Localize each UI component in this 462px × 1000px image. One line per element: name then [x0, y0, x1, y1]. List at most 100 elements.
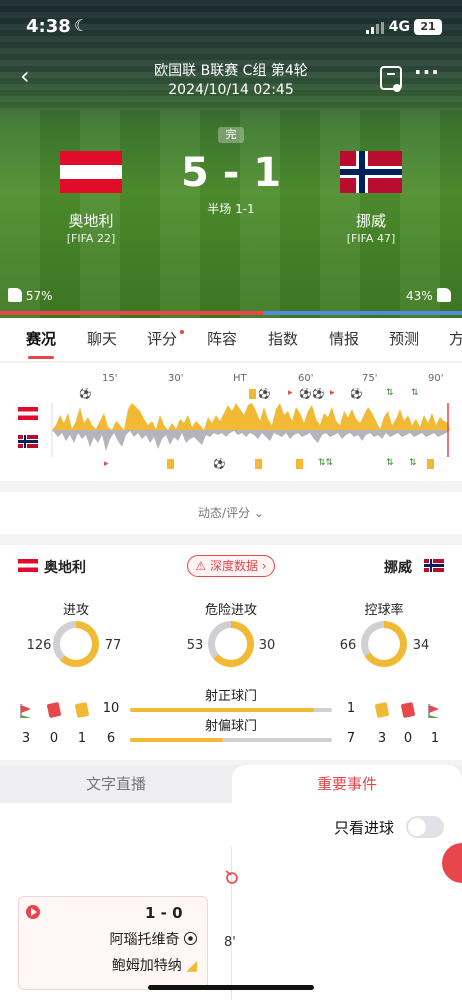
yellow-card-marker-icon[interactable] — [255, 459, 262, 469]
away-corners-count: 1 — [430, 731, 440, 746]
shots-on-target-bar — [130, 708, 332, 712]
shots-off-target-label: 射偏球门 — [204, 719, 257, 734]
stat-away-attack: 77 — [104, 638, 122, 653]
tab-bar: 赛况 聊天 评分 阵容 指数 情报 预测 方 — [0, 318, 462, 362]
corner-marker-icon[interactable]: ▸ — [330, 388, 335, 398]
yellow-card-icon — [374, 701, 390, 719]
deep-data-button[interactable]: ⚠ 深度数据 › — [187, 555, 275, 577]
home-support[interactable]: 57% — [8, 288, 53, 303]
tab-intel[interactable]: 情报 — [329, 328, 359, 349]
stat-label-possession: 控球率 — [364, 603, 404, 618]
more-icon[interactable]: ··· — [414, 60, 440, 84]
dangerous-attack-donut — [208, 621, 254, 667]
event-minute: 8' — [224, 935, 236, 950]
goal-event-card[interactable]: 1 - 0 阿瑙托维奇 鲍姆加特纳 ◢ — [18, 896, 208, 990]
signal-icon — [366, 22, 384, 34]
red-card-icon — [46, 701, 62, 719]
thumbs-up-icon — [8, 288, 22, 302]
home-mini-flag — [18, 559, 38, 572]
tab-match[interactable]: 赛况 — [26, 328, 56, 349]
goal-marker-icon[interactable]: ⚽ — [312, 389, 324, 400]
match-header: 4:38 ☾ 4G 21 ‹ 欧国联 B联赛 C组 第4轮 2024/10/14… — [0, 0, 462, 318]
home-team-name[interactable]: 奥地利 — [31, 210, 151, 231]
away-support[interactable]: 43% — [406, 288, 451, 303]
goals-only-toggle[interactable] — [406, 816, 444, 838]
home-team-label: 奥地利 — [44, 560, 86, 576]
goal-icon — [184, 932, 197, 945]
stat-away-possession: 34 — [412, 638, 430, 653]
away-yellow-cards-count: 3 — [377, 731, 387, 746]
home-yellow-cards-count: 1 — [77, 731, 87, 746]
support-bar-home-fill — [0, 311, 264, 315]
key-events-panel: 只看进球 1 - 0 阿瑙托维奇 鲍姆加特纳 ◢ 8' — [0, 803, 462, 1000]
goal-marker-icon[interactable]: ⚽ — [350, 389, 362, 400]
floating-action-button[interactable] — [442, 843, 462, 883]
stat-home-dangerous-attack: 53 — [186, 638, 204, 653]
tab-rating[interactable]: 评分 — [147, 328, 177, 349]
away-team-name[interactable]: 挪威 — [311, 210, 431, 231]
match-timeline[interactable]: 15' 30' HT 60' 75' 90' ⚽ ⚽ ▸ ⚽ ⚽ ▸ ⚽ ⇅ ⇅… — [0, 363, 462, 481]
substitution-marker-icon[interactable]: ⇅ — [411, 388, 419, 398]
event-tabs: 文字直播 重要事件 — [0, 765, 462, 803]
tab-more[interactable]: 方 — [449, 328, 462, 349]
goal-marker-icon[interactable]: ⚽ — [79, 389, 91, 400]
substitution-marker-icon[interactable]: ⇅ — [386, 458, 394, 468]
substitution-marker-icon[interactable]: ⇅⇅ — [318, 458, 333, 468]
corner-marker-icon[interactable]: ▸ — [104, 459, 109, 469]
corner-flag-icon — [428, 704, 439, 718]
stat-label-dangerous-attack: 危险进攻 — [204, 603, 257, 618]
network-label: 4G — [388, 19, 410, 35]
substitution-marker-icon[interactable]: ⇅ — [409, 458, 417, 468]
corner-flag-icon — [20, 704, 31, 718]
share-dot — [393, 84, 401, 92]
tab-odds[interactable]: 指数 — [268, 328, 298, 349]
tab-chat[interactable]: 聊天 — [87, 328, 117, 349]
home-indicator[interactable] — [148, 985, 314, 990]
whistle-icon — [225, 870, 238, 884]
battery-icon: 21 — [414, 19, 442, 35]
event-assist-row: 鲍姆加特纳 ◢ — [112, 955, 197, 975]
shots-off-target-bar-home-fill — [130, 738, 223, 742]
status-time: 4:38 — [26, 16, 71, 37]
stat-label-attack: 进攻 — [62, 603, 89, 618]
attack-donut — [53, 621, 99, 667]
away-support-value: 43% — [406, 289, 433, 303]
tab-text-live[interactable]: 文字直播 — [0, 765, 232, 803]
shots-off-target-bar — [130, 738, 332, 742]
substitution-marker-icon[interactable]: ⇅ — [386, 388, 394, 398]
dynamic-rating-toggle[interactable]: 动态/评分 ⌄ — [0, 492, 462, 534]
tab-key-events[interactable]: 重要事件 — [232, 765, 462, 803]
play-video-icon[interactable] — [26, 905, 40, 919]
goal-marker-icon[interactable]: ⚽ — [258, 389, 270, 400]
support-bar — [0, 311, 462, 315]
stat-home-possession: 66 — [339, 638, 357, 653]
stat-away-dangerous-attack: 30 — [258, 638, 276, 653]
yellow-card-marker-icon[interactable] — [296, 459, 303, 469]
goals-only-label: 只看进球 — [334, 819, 395, 837]
active-tab-indicator — [28, 356, 54, 359]
shots-on-target-label: 射正球门 — [204, 689, 257, 704]
goal-marker-icon[interactable]: ⚽ — [299, 389, 311, 400]
shots-off-target-away: 7 — [346, 731, 356, 746]
shots-on-target-bar-home-fill — [130, 708, 314, 712]
home-corners-count: 3 — [21, 731, 31, 746]
shots-off-target-home: 6 — [106, 731, 116, 746]
tab-prediction[interactable]: 预测 — [389, 328, 419, 349]
event-score: 1 - 0 — [145, 904, 183, 922]
event-assist: 鲍姆加特纳 — [111, 958, 182, 974]
red-card-icon — [400, 701, 416, 719]
score: 5 - 1 — [180, 150, 282, 196]
event-scorer: 阿瑙托维奇 — [109, 932, 180, 948]
thumbs-up-icon — [436, 288, 451, 302]
corner-marker-icon[interactable]: ▸ — [288, 388, 293, 398]
shots-on-target-away: 1 — [346, 701, 356, 716]
away-fifa-rank: [FIFA 47] — [346, 232, 396, 245]
moon-icon: ☾ — [74, 16, 89, 35]
yellow-card-icon — [74, 701, 90, 719]
yellow-card-marker-icon[interactable] — [167, 459, 174, 469]
tab-lineup[interactable]: 阵容 — [207, 328, 237, 349]
yellow-card-marker-icon[interactable] — [249, 389, 256, 399]
yellow-card-marker-icon[interactable] — [427, 459, 434, 469]
goal-marker-icon[interactable]: ⚽ — [213, 459, 225, 470]
notification-dot — [180, 330, 184, 334]
